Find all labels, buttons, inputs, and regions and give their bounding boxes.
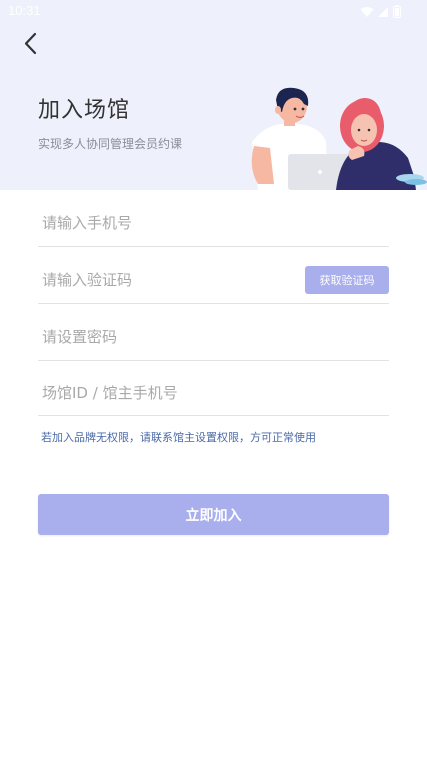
chevron-left-icon (24, 32, 37, 55)
page-subtitle: 实现多人协同管理会员约课 (38, 137, 183, 151)
venue-id-field (38, 370, 389, 416)
status-time: 10:31 (8, 3, 41, 18)
header-banner: 10:31 加入场馆 实现多人协同管理会员约课 (0, 0, 427, 190)
venue-id-input[interactable] (42, 370, 302, 415)
back-button[interactable] (18, 30, 46, 58)
permission-hint: 若加入品牌无权限，请联系馆主设置权限，方可正常使用 (41, 431, 316, 444)
wifi-icon (360, 6, 374, 17)
verification-code-field: 获取验证码 (38, 257, 389, 304)
phone-input[interactable] (42, 200, 302, 246)
signal-icon (378, 6, 388, 17)
page-title: 加入场馆 (38, 98, 131, 123)
phone-field (38, 200, 389, 247)
verification-code-input[interactable] (42, 257, 302, 303)
password-input[interactable] (42, 314, 302, 360)
join-now-button[interactable]: 立即加入 (38, 494, 389, 535)
battery-icon (393, 5, 401, 18)
two-people-with-laptop-illustration (251, 87, 427, 190)
password-field (38, 314, 389, 361)
status-icons (360, 5, 401, 18)
join-venue-page: 10:31 加入场馆 实现多人协同管理会员约课 请输入手机号 请输入验证码 获取… (0, 0, 427, 759)
get-code-button[interactable]: 获取验证码 (305, 266, 389, 294)
status-bar: 10:31 (0, 0, 427, 24)
